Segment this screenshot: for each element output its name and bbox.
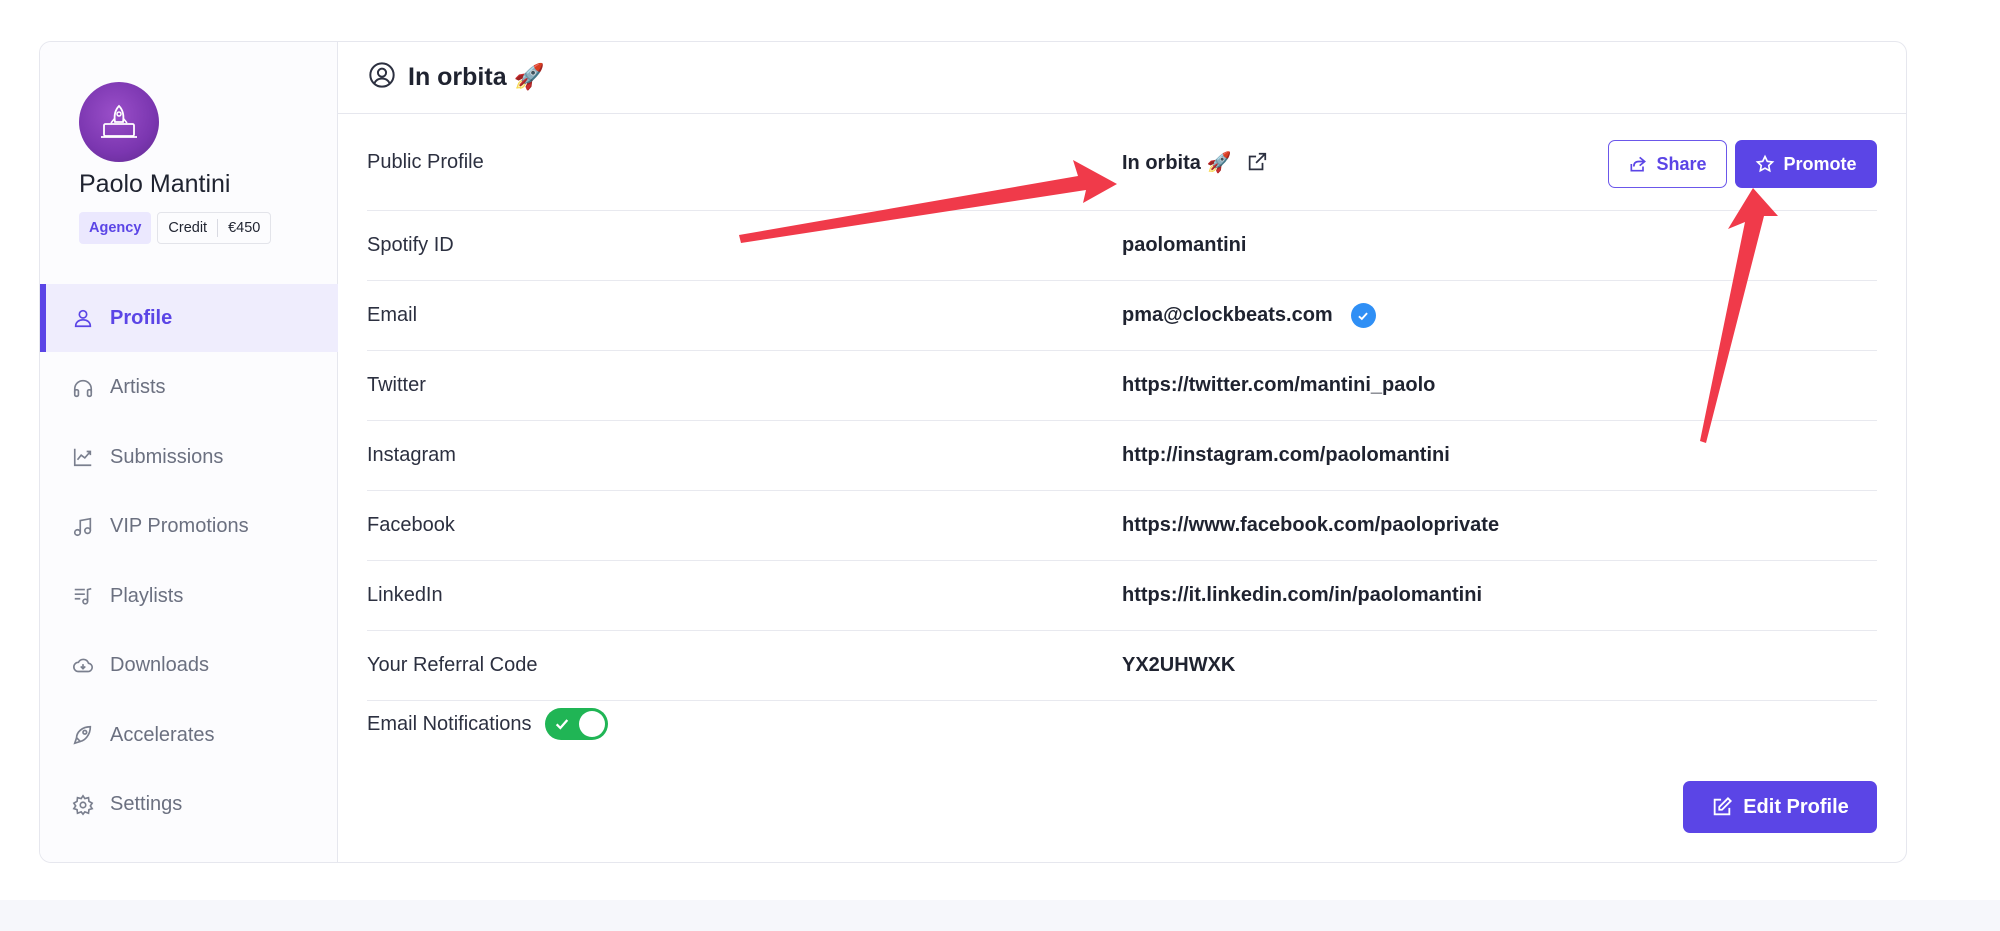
row-label: Instagram <box>367 444 456 466</box>
referral-code-row: Your Referral Code YX2UHWXK <box>367 631 1877 701</box>
sidebar: Paolo Mantini Agency Credit €450 Profile <box>40 42 338 862</box>
main-content: In orbita 🚀 Public Profile In orbita 🚀 S… <box>338 42 1906 862</box>
sidebar-item-label: Downloads <box>110 654 209 676</box>
email-notifications-label: Email Notifications <box>367 712 532 735</box>
promote-button[interactable]: Promote <box>1735 140 1877 188</box>
star-icon <box>1756 154 1775 173</box>
share-label: Share <box>1656 153 1707 174</box>
profile-card: Paolo Mantini Agency Credit €450 Profile <box>39 41 1907 863</box>
footer-band <box>0 900 2000 931</box>
twitter-row: Twitter https://twitter.com/mantini_paol… <box>367 351 1877 421</box>
sidebar-nav: Profile Artists Submissions VIP Promotio… <box>40 284 338 840</box>
share-icon <box>1630 156 1647 172</box>
edit-icon <box>1713 796 1733 816</box>
row-label: Your Referral Code <box>367 654 538 676</box>
sidebar-item-playlists[interactable]: Playlists <box>40 562 338 630</box>
gear-icon <box>70 792 96 818</box>
rocket-icon <box>70 722 96 748</box>
main-header: In orbita 🚀 <box>338 42 1906 114</box>
cloud-download-icon <box>70 653 96 679</box>
chart-line-icon <box>70 444 96 470</box>
sidebar-item-submissions[interactable]: Submissions <box>40 423 338 491</box>
row-value: paolomantini <box>1122 234 1247 256</box>
promote-label: Promote <box>1783 153 1857 174</box>
sidebar-item-label: VIP Promotions <box>110 515 249 537</box>
sidebar-item-label: Profile <box>110 306 173 329</box>
sidebar-item-artists[interactable]: Artists <box>40 354 338 422</box>
row-value: pma@clockbeats.com <box>1122 303 1376 328</box>
user-badges: Agency Credit €450 <box>79 212 272 244</box>
email-value: pma@clockbeats.com <box>1122 304 1333 326</box>
row-value: YX2UHWXK <box>1122 654 1236 676</box>
music-note-icon <box>70 514 96 540</box>
avatar[interactable] <box>79 82 159 162</box>
row-label: Email <box>367 304 418 326</box>
sidebar-item-downloads[interactable]: Downloads <box>40 632 338 700</box>
credit-value: €450 <box>228 220 261 236</box>
sidebar-item-label: Submissions <box>110 445 224 468</box>
sidebar-item-profile[interactable]: Profile <box>40 284 338 352</box>
page-title: In orbita 🚀 <box>408 63 545 91</box>
row-value: https://it.linkedin.com/in/paolomantini <box>1122 584 1482 606</box>
sidebar-item-label: Settings <box>110 793 183 815</box>
row-label: LinkedIn <box>367 584 443 606</box>
headphones-icon <box>70 375 96 401</box>
row-value: https://twitter.com/mantini_paolo <box>1122 374 1436 396</box>
sidebar-item-label: Artists <box>110 376 166 398</box>
linkedin-row: LinkedIn https://it.linkedin.com/in/paol… <box>367 561 1877 631</box>
row-label: Facebook <box>367 514 455 536</box>
rocket-laptop-icon <box>101 104 137 138</box>
row-label: Twitter <box>367 374 426 396</box>
external-link-icon[interactable] <box>1245 150 1269 174</box>
page: Paolo Mantini Agency Credit €450 Profile <box>0 0 2000 931</box>
share-button[interactable]: Share <box>1608 140 1727 188</box>
row-value: In orbita 🚀 <box>1122 150 1269 175</box>
user-name: Paolo Mantini <box>79 170 231 198</box>
edit-profile-button[interactable]: Edit Profile <box>1683 781 1877 833</box>
sidebar-item-vip-promotions[interactable]: VIP Promotions <box>40 493 338 561</box>
public-profile-link[interactable]: In orbita 🚀 <box>1122 150 1231 175</box>
sidebar-item-label: Accelerates <box>110 723 215 746</box>
user-circle-icon <box>368 61 396 94</box>
sidebar-item-settings[interactable]: Settings <box>40 771 338 839</box>
instagram-row: Instagram http://instagram.com/paolomant… <box>367 421 1877 491</box>
edit-profile-label: Edit Profile <box>1743 795 1849 818</box>
playlist-icon <box>70 583 96 609</box>
sidebar-item-accelerates[interactable]: Accelerates <box>40 701 338 769</box>
verified-check-icon <box>1350 303 1376 328</box>
email-notifications-toggle[interactable] <box>544 708 608 740</box>
role-badge: Agency <box>79 212 152 244</box>
toggle-knob <box>578 711 605 737</box>
row-label: Public Profile <box>367 150 484 173</box>
sidebar-item-label: Playlists <box>110 584 184 607</box>
user-icon <box>70 305 96 331</box>
credit-label: Credit <box>168 220 208 236</box>
credit-badge: Credit €450 <box>157 212 272 244</box>
profile-details: Public Profile In orbita 🚀 Share Promote <box>367 114 1877 747</box>
spotify-id-row: Spotify ID paolomantini <box>367 211 1877 281</box>
check-icon <box>555 719 568 730</box>
facebook-row: Facebook https://www.facebook.com/paolop… <box>367 491 1877 561</box>
row-label: Spotify ID <box>367 234 454 256</box>
email-notifications-row: Email Notifications <box>367 701 1877 747</box>
public-profile-row: Public Profile In orbita 🚀 Share Promote <box>367 114 1877 211</box>
row-value: https://www.facebook.com/paoloprivate <box>1122 514 1500 536</box>
email-row: Email pma@clockbeats.com <box>367 281 1877 351</box>
row-value: http://instagram.com/paolomantini <box>1122 444 1450 466</box>
